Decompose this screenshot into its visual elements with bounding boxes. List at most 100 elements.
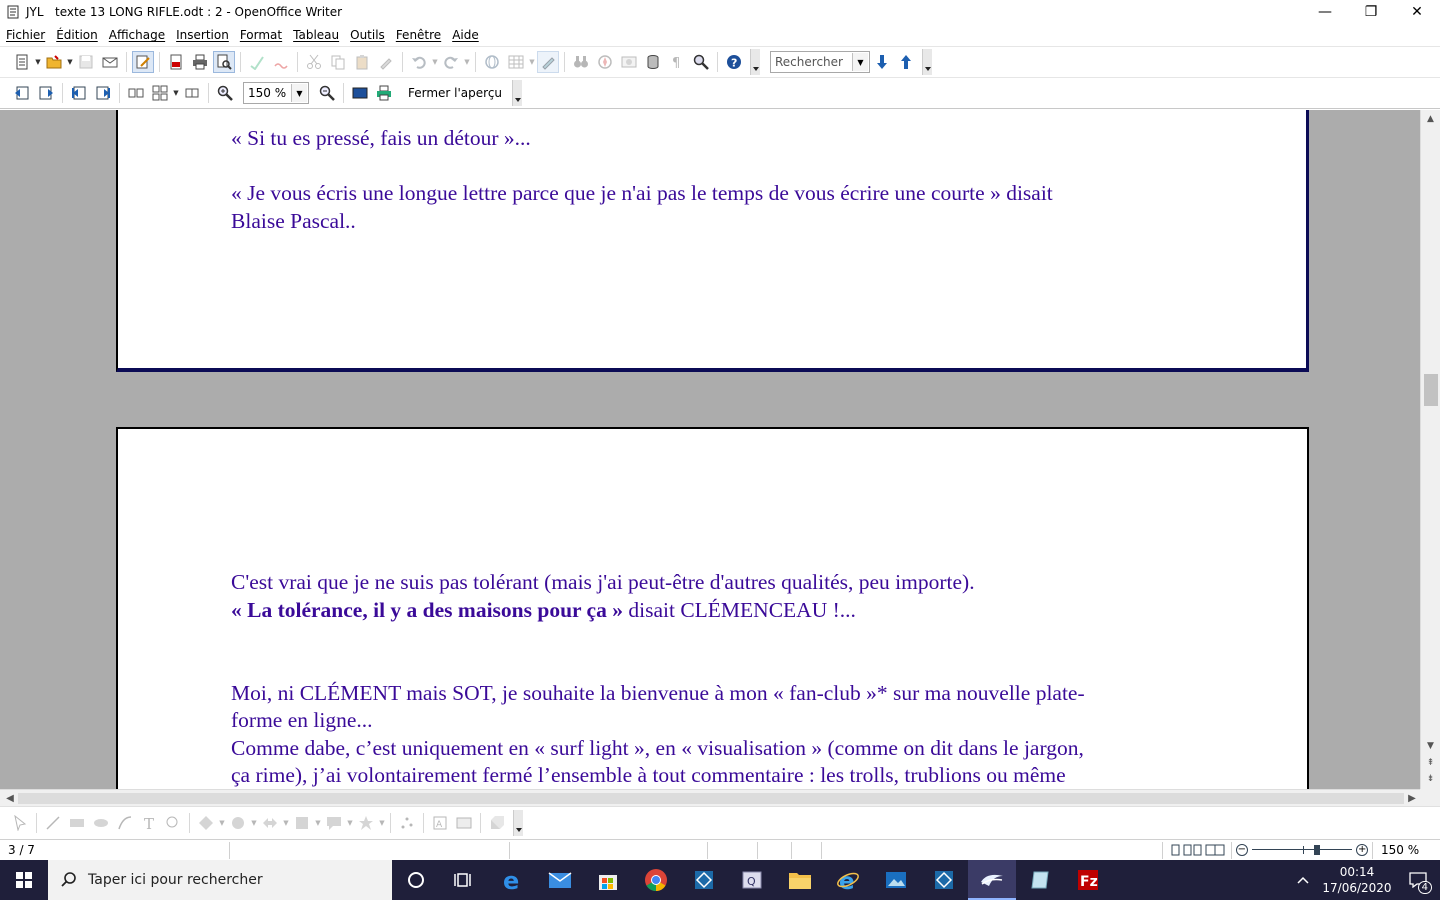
clock[interactable]: 00:14 17/06/2020 [1318, 864, 1396, 896]
menu-insertion[interactable]: Insertion [176, 28, 229, 42]
callouts-icon[interactable] [323, 812, 345, 834]
callouts-dropdown-icon[interactable]: ▼ [346, 819, 354, 827]
redo-icon[interactable] [440, 51, 462, 73]
autospellcheck-icon[interactable] [270, 51, 292, 73]
stars-icon[interactable] [355, 812, 377, 834]
hyperlink-icon[interactable] [481, 51, 503, 73]
two-pages-icon[interactable] [125, 82, 147, 104]
app-notepad-icon[interactable] [1016, 860, 1064, 900]
page-indicator[interactable]: 3 / 7 [0, 841, 230, 859]
book-view-icon[interactable] [1205, 844, 1225, 856]
notifications-icon[interactable]: 4 [1396, 860, 1440, 900]
edit-mode-icon[interactable] [132, 51, 154, 73]
zoom-dropdown-icon[interactable]: ▼ [291, 84, 307, 102]
scroll-left-icon[interactable]: ◀ [2, 790, 18, 806]
basic-shapes-icon[interactable] [195, 812, 217, 834]
scroll-up-icon[interactable]: ▲ [1421, 112, 1440, 126]
insert-mode-cell[interactable] [708, 841, 758, 859]
close-button[interactable]: ✕ [1394, 0, 1440, 24]
save-icon[interactable] [75, 51, 97, 73]
toolbar-overflow-icon[interactable] [750, 49, 760, 75]
basic-shapes-dropdown-icon[interactable]: ▼ [218, 819, 226, 827]
ellipse-tool-icon[interactable] [90, 812, 112, 834]
gallery-icon[interactable] [618, 51, 640, 73]
flowcharts-icon[interactable] [291, 812, 313, 834]
cortana-icon[interactable] [392, 860, 440, 900]
redo-dropdown-icon[interactable]: ▼ [463, 58, 471, 66]
task-view-icon[interactable] [440, 860, 488, 900]
app-window-icon[interactable]: Q [728, 860, 776, 900]
preview-toolbar-overflow-icon[interactable] [512, 80, 523, 106]
select-pointer-icon[interactable] [9, 812, 31, 834]
multi-page-view-icon[interactable] [1183, 844, 1203, 856]
taskbar-search-input[interactable]: Taper ici pour rechercher [88, 872, 263, 888]
find-next-icon[interactable] [871, 51, 893, 73]
menu-affichage[interactable]: Affichage [109, 28, 165, 42]
windows-start-icon[interactable] [0, 860, 48, 900]
vertical-scrollbar[interactable]: ▲ ▼ ⇞ ⇟ [1420, 110, 1440, 789]
vertical-scroll-thumb[interactable] [1424, 374, 1438, 406]
edge-browser-icon[interactable]: e [488, 860, 536, 900]
print-icon[interactable] [189, 51, 211, 73]
menu-fichier[interactable]: Fichier [6, 28, 45, 42]
to-document-end-icon[interactable] [92, 82, 114, 104]
find-input[interactable]: Rechercher [775, 55, 843, 69]
menu-outils[interactable]: Outils [350, 28, 385, 42]
selection-mode-cell[interactable] [758, 841, 792, 859]
points-icon[interactable] [396, 812, 418, 834]
previous-page-icon[interactable] [11, 82, 33, 104]
symbol-shapes-dropdown-icon[interactable]: ▼ [250, 819, 258, 827]
table-dropdown-icon[interactable]: ▼ [528, 58, 536, 66]
microsoft-store-icon[interactable] [584, 860, 632, 900]
menu-fenetre[interactable]: Fenêtre [396, 28, 441, 42]
menu-tableau[interactable]: Tableau [293, 28, 339, 42]
find-replace-icon[interactable] [570, 51, 592, 73]
next-page-icon[interactable] [35, 82, 57, 104]
help-icon[interactable]: ? [723, 51, 745, 73]
find-toolbar-overflow-icon[interactable] [922, 49, 932, 75]
zoom-slider[interactable] [1251, 844, 1353, 856]
menu-aide[interactable]: Aide [452, 28, 479, 42]
text-tool-icon[interactable]: T [138, 812, 160, 834]
menu-edition[interactable]: Édition [56, 28, 98, 42]
freeform-tool-icon[interactable] [114, 812, 136, 834]
previous-page-scroll-icon[interactable]: ⇞ [1421, 756, 1440, 770]
spellcheck-icon[interactable] [246, 51, 268, 73]
show-hidden-icons-icon[interactable] [1288, 860, 1318, 900]
rectangle-tool-icon[interactable] [66, 812, 88, 834]
zoom-percent[interactable]: 150 % [1372, 841, 1427, 859]
paste-icon[interactable] [351, 51, 373, 73]
chrome-icon[interactable] [632, 860, 680, 900]
flowcharts-dropdown-icon[interactable]: ▼ [314, 819, 322, 827]
cut-icon[interactable] [303, 51, 325, 73]
line-tool-icon[interactable] [42, 812, 64, 834]
zoom-in-icon[interactable] [214, 82, 236, 104]
zoom-input[interactable]: 150 % [248, 86, 286, 100]
taskbar-search[interactable]: Taper ici pour rechercher [48, 860, 392, 900]
zoom-in-slider-icon[interactable]: + [1356, 844, 1368, 856]
extrusion-icon[interactable] [486, 812, 508, 834]
zoom-out-icon[interactable] [316, 82, 338, 104]
openoffice-writer-taskbar-icon[interactable] [968, 860, 1016, 900]
language-cell[interactable] [510, 841, 708, 859]
page-preview-icon[interactable] [213, 51, 235, 73]
book-preview-icon[interactable] [181, 82, 203, 104]
drawing-toolbar-overflow-icon[interactable] [513, 810, 523, 836]
app-diamond-icon[interactable] [680, 860, 728, 900]
photos-icon[interactable] [872, 860, 920, 900]
single-page-view-icon[interactable] [1169, 844, 1181, 856]
zoom-out-slider-icon[interactable]: − [1236, 844, 1248, 856]
from-file-icon[interactable] [453, 812, 475, 834]
data-sources-icon[interactable] [642, 51, 664, 73]
undo-dropdown-icon[interactable]: ▼ [431, 58, 439, 66]
find-dropdown-icon[interactable]: ▼ [852, 53, 868, 71]
navigator-icon[interactable] [594, 51, 616, 73]
next-page-scroll-icon[interactable]: ⇟ [1421, 772, 1440, 786]
email-icon[interactable] [99, 51, 121, 73]
open-folder-icon[interactable] [43, 51, 65, 73]
internet-explorer-icon[interactable]: e [824, 860, 872, 900]
page-style-cell[interactable] [230, 841, 510, 859]
menu-format[interactable]: Format [240, 28, 282, 42]
maximize-button[interactable]: ❐ [1348, 0, 1394, 24]
scroll-down-icon[interactable]: ▼ [1421, 739, 1440, 753]
